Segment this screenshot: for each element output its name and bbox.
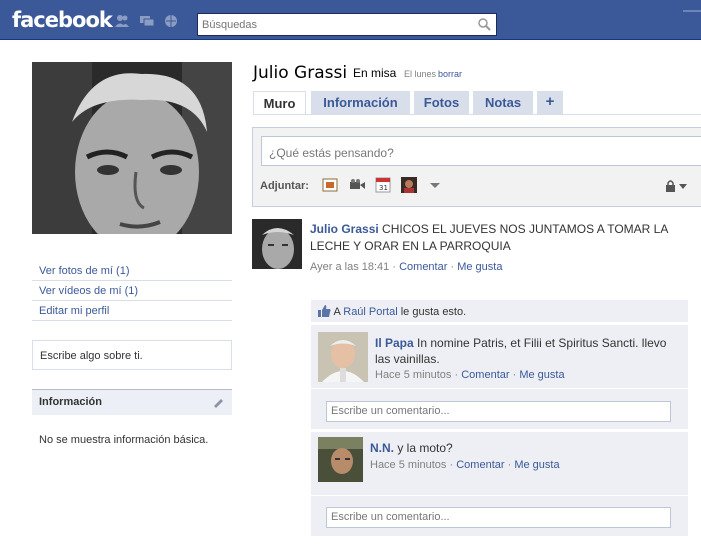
likes-prefix: A: [333, 306, 341, 318]
comment-reply-link[interactable]: Comentar: [456, 459, 504, 471]
status-composer: ¿Qué estás pensando? Adjuntar: 31: [252, 127, 701, 207]
comment-text-block: Il Papa In nomine Patris, et Filii et Sp…: [375, 335, 680, 367]
post-comment-link[interactable]: Comentar: [399, 261, 447, 273]
status-input-placeholder: ¿Qué estás pensando?: [269, 146, 394, 160]
tab-divider: [253, 114, 701, 115]
comment-input[interactable]: Escribe un comentario...: [326, 401, 671, 422]
comment-author-avatar[interactable]: [318, 332, 368, 382]
edit-profile-link[interactable]: Editar mi perfil: [32, 301, 232, 321]
post-content: Julio Grassi CHICOS EL JUEVES NOS JUNTAM…: [310, 221, 695, 255]
write-about-yourself[interactable]: Escribe algo sobre ti.: [32, 340, 232, 370]
event-icon[interactable]: 31: [374, 177, 392, 193]
attach-label: Adjuntar:: [260, 180, 309, 192]
comment-author-name[interactable]: Il Papa: [375, 336, 414, 350]
search-box[interactable]: [197, 13, 497, 36]
comment-meta: Hace 5 minutos · Comentar · Me gusta: [370, 459, 560, 471]
facebook-logo[interactable]: facebook: [12, 8, 113, 32]
comment-reply-link[interactable]: Comentar: [461, 369, 509, 381]
photo-icon[interactable]: [321, 177, 339, 193]
notifications-icon[interactable]: [163, 14, 179, 28]
link-icon[interactable]: [400, 177, 418, 193]
tab-fotos[interactable]: Fotos: [414, 91, 469, 114]
comment-text: In nomine Patris, et Filii et Spiritus S…: [375, 336, 667, 366]
status-time: El lunes: [404, 69, 437, 79]
view-photos-of-me-link[interactable]: Ver fotos de mí (1): [32, 261, 232, 281]
comment-time: Hace 5 minutos: [370, 459, 447, 471]
likes-suffix: le gusta esto.: [400, 306, 467, 318]
search-icon[interactable]: [476, 16, 494, 33]
comment-text: y la moto?: [397, 441, 453, 455]
privacy-lock-icon[interactable]: [665, 179, 689, 193]
info-box-title: Información: [39, 396, 102, 408]
meta-separator: ·: [512, 369, 517, 381]
meta-separator: ·: [507, 459, 512, 471]
comment-like-link[interactable]: Me gusta: [514, 459, 559, 471]
post-time[interactable]: Ayer a las 18:41: [310, 261, 389, 273]
post-like-link[interactable]: Me gusta: [457, 261, 502, 273]
status-input[interactable]: ¿Qué estás pensando?: [261, 136, 701, 166]
tab-notas[interactable]: Notas: [473, 91, 533, 114]
status-text: En misa: [353, 66, 397, 80]
meta-separator: ·: [449, 459, 454, 471]
comment-input[interactable]: Escribe un comentario...: [326, 507, 671, 528]
comment-avatar-image: [318, 332, 368, 382]
liker-name[interactable]: Raúl Portal: [343, 306, 397, 318]
comment-avatar-image: [318, 437, 363, 482]
top-bar: facebook: [0, 0, 701, 40]
comment-author-name[interactable]: N.N.: [370, 441, 394, 455]
topbar-link-edge[interactable]: [683, 10, 701, 12]
pencil-icon[interactable]: [212, 396, 224, 408]
friend-requests-icon[interactable]: [114, 14, 130, 28]
profile-name: Julio Grassi: [253, 63, 348, 83]
comment-meta: Hace 5 minutos · Comentar · Me gusta: [375, 369, 565, 381]
clear-status-link[interactable]: borrar: [438, 69, 462, 79]
profile-picture[interactable]: [32, 62, 232, 234]
info-box-text: No se muestra información básica.: [39, 434, 209, 443]
comment-author-avatar[interactable]: [318, 437, 363, 482]
tab-muro[interactable]: Muro: [253, 91, 306, 114]
comment-like-link[interactable]: Me gusta: [519, 369, 564, 381]
video-icon[interactable]: [348, 177, 366, 193]
svg-text:31: 31: [379, 184, 388, 192]
post-avatar-image: [252, 219, 302, 269]
search-input[interactable]: [202, 17, 472, 32]
add-tab-button[interactable]: +: [537, 91, 563, 114]
meta-separator: ·: [450, 261, 455, 273]
meta-separator: ·: [392, 261, 397, 273]
more-icon[interactable]: [426, 177, 444, 193]
messages-icon[interactable]: [139, 14, 155, 28]
post-author-name[interactable]: Julio Grassi: [310, 222, 379, 236]
thumbs-up-icon: [318, 305, 331, 317]
comment-text-block: N.N. y la moto?: [370, 440, 675, 456]
likes-row: A Raúl Portal le gusta esto.: [311, 300, 688, 322]
profile-photo-image: [32, 62, 232, 234]
post-author-avatar[interactable]: [252, 219, 302, 269]
view-videos-of-me-link[interactable]: Ver vídeos de mí (1): [32, 281, 232, 301]
info-box-header: Información: [32, 389, 232, 415]
tab-informacion[interactable]: Información: [311, 91, 410, 114]
post-meta: Ayer a las 18:41 · Comentar · Me gusta: [310, 261, 502, 273]
meta-separator: ·: [454, 369, 459, 381]
comment-time: Hace 5 minutos: [375, 369, 452, 381]
